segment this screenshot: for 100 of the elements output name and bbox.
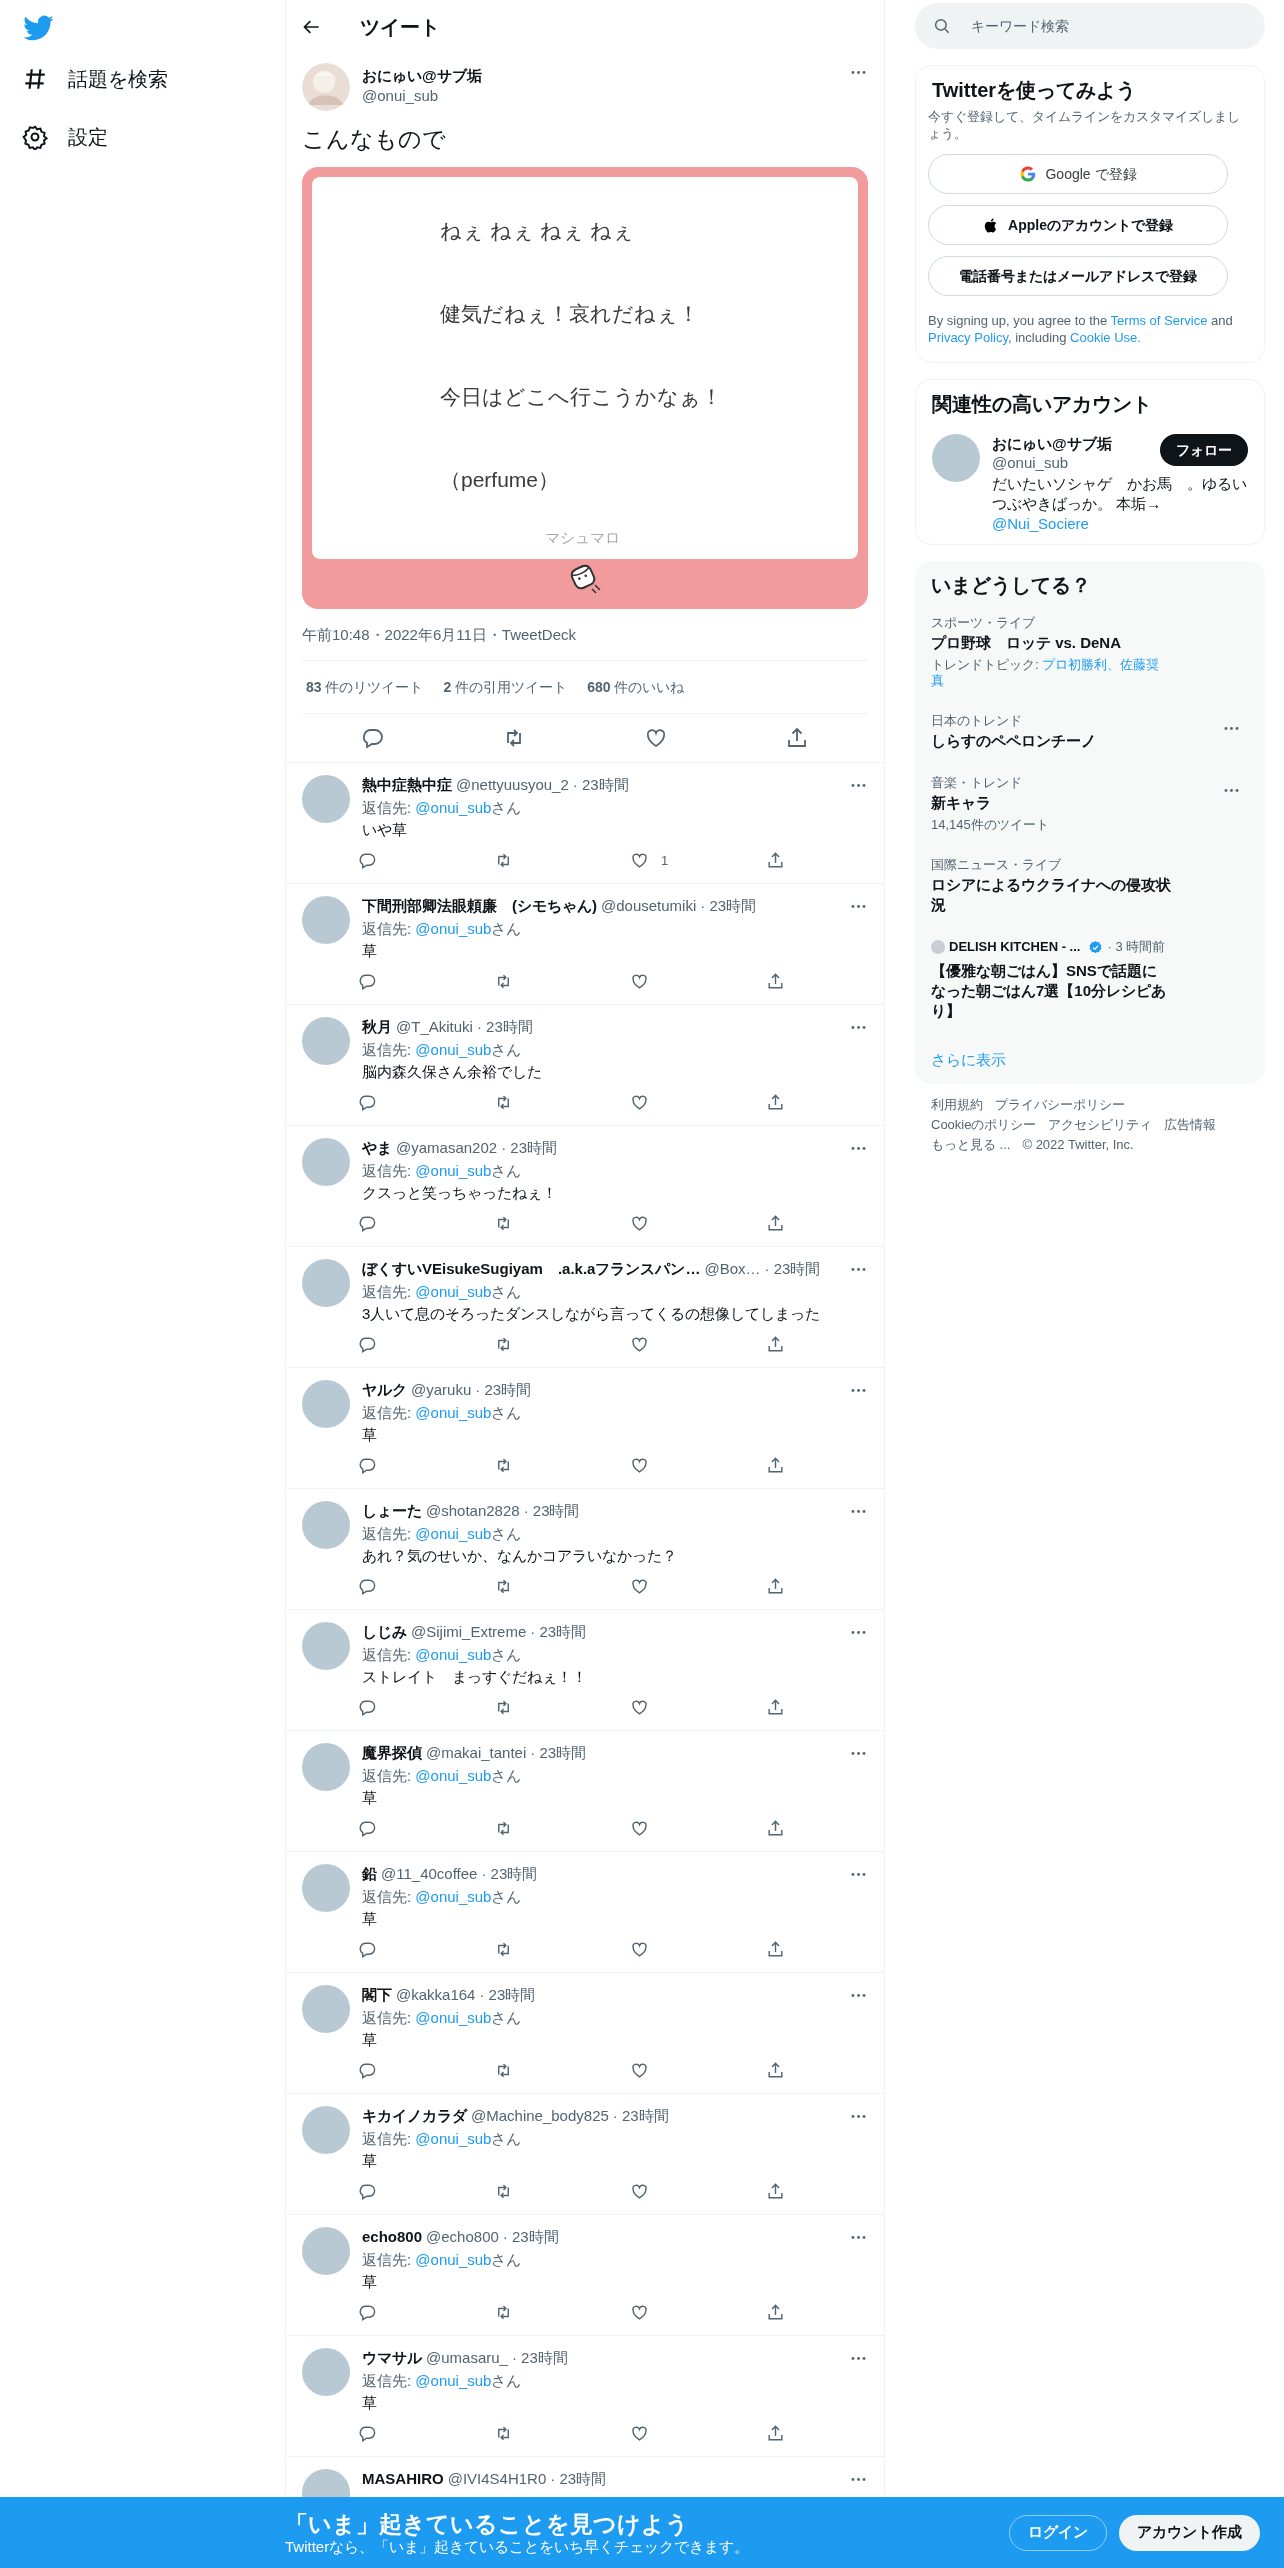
news-item[interactable]: DELISH KITCHEN - ... · 3 時間前 【優雅な朝ごはん】SNSで話題になった朝ごはん7選【10分レシピあり】 xyxy=(915,927,1265,1033)
user-handle[interactable]: @Sijimi_Extreme xyxy=(411,1620,527,1644)
timestamp[interactable]: · 23時間 xyxy=(475,1378,532,1402)
like-icon[interactable] xyxy=(630,1456,649,1475)
like-icon[interactable] xyxy=(630,2303,649,2322)
user-name[interactable]: 下間刑部卿法眼頼廉 (シモちゃん) xyxy=(362,894,597,918)
stat-link[interactable]: 680 件のいいね xyxy=(587,676,685,698)
share-icon[interactable] xyxy=(766,1577,785,1596)
user-name[interactable]: 閣下 xyxy=(362,1983,392,2007)
timestamp[interactable]: · 23時間 xyxy=(481,1862,538,1886)
user-handle[interactable]: @shotan2828 xyxy=(426,1499,520,1523)
nav-item[interactable]: 設定 xyxy=(22,108,124,166)
share-icon[interactable] xyxy=(766,1819,785,1838)
timestamp[interactable]: · 23時間 xyxy=(572,773,629,797)
like-icon[interactable] xyxy=(630,1335,649,1354)
share-icon[interactable] xyxy=(766,2424,785,2443)
timestamp[interactable]: · 23時間 xyxy=(502,2225,559,2249)
user-handle[interactable]: @makai_tantei xyxy=(426,1741,527,1765)
share-icon[interactable] xyxy=(766,1698,785,1717)
user-name[interactable]: しじみ xyxy=(362,1620,407,1644)
trend-item[interactable]: 音楽・トレンド 新キャラ 14,145件のツイート xyxy=(915,763,1265,845)
user-handle[interactable]: @umasaru_ xyxy=(426,2346,508,2370)
user-handle[interactable]: @onui_sub xyxy=(992,453,1069,472)
share-icon[interactable] xyxy=(766,1456,785,1475)
user-name[interactable]: ヤルク xyxy=(362,1378,407,1402)
like-icon[interactable] xyxy=(630,972,649,991)
reply-icon[interactable] xyxy=(358,2061,377,2080)
reply-icon[interactable] xyxy=(358,1577,377,1596)
user-name[interactable]: 熱中症熱中症 xyxy=(362,773,452,797)
footer-link[interactable]: 利用規約 xyxy=(931,1095,983,1114)
user-handle[interactable]: @Machine_body825 xyxy=(471,2104,609,2128)
like-icon[interactable] xyxy=(630,1819,649,1838)
timestamp[interactable]: · 23時間 xyxy=(612,2104,669,2128)
footer-link[interactable]: アクセシビリティ xyxy=(1048,1115,1153,1134)
user-handle[interactable]: @nettyuusyou_2 xyxy=(456,773,569,797)
trend-item[interactable]: スポーツ・ライブ プロ野球 ロッテ vs. DeNA トレンドトピック: プロ初勝利、佐藤奨真 xyxy=(915,603,1265,701)
reply-icon[interactable] xyxy=(358,1214,377,1233)
share-icon[interactable] xyxy=(766,1335,785,1354)
footer-link[interactable]: もっと見る ... xyxy=(931,1135,1011,1154)
like-icon[interactable] xyxy=(630,1577,649,1596)
share-icon[interactable] xyxy=(766,1214,785,1233)
like-icon[interactable] xyxy=(630,2424,649,2443)
user-name[interactable]: ウマサル xyxy=(362,2346,422,2370)
user-name[interactable]: 鉛 xyxy=(362,1862,377,1886)
reply-icon[interactable] xyxy=(358,1940,377,1959)
question-card[interactable]: ねぇ ねぇ ねぇ ねぇ 健気だねぇ！哀れだねぇ！ 今日はどこへ行こうかなぁ！ （perfume） マシュマロ xyxy=(302,167,868,609)
timestamp[interactable]: · 23時間 xyxy=(550,2467,607,2491)
share-icon[interactable] xyxy=(766,1093,785,1112)
footer-link[interactable]: Cookieのポリシー xyxy=(931,1115,1037,1134)
user-handle[interactable]: @echo800 xyxy=(426,2225,499,2249)
reply-icon[interactable] xyxy=(358,2303,377,2322)
user-handle[interactable]: @dousetumiki xyxy=(601,894,697,918)
user-handle[interactable]: @kakka164 xyxy=(396,1983,476,2007)
user-name[interactable]: MASAHIRO xyxy=(362,2467,444,2491)
share-icon[interactable] xyxy=(766,2303,785,2322)
stat-link[interactable]: 83 件のリツイート xyxy=(306,676,424,698)
user-name[interactable]: echo800 xyxy=(362,2225,423,2249)
reply-icon[interactable] xyxy=(358,851,377,871)
share-icon[interactable] xyxy=(766,2061,785,2080)
like-icon[interactable] xyxy=(630,851,649,871)
user-handle[interactable]: @IVI4S4H1R0 xyxy=(447,2467,547,2491)
timestamp[interactable]: · 23時間 xyxy=(764,1257,821,1281)
user-name[interactable]: おにゅい@サブ垢 xyxy=(992,434,1112,453)
reply-icon[interactable] xyxy=(358,972,377,991)
reply-icon[interactable] xyxy=(358,1335,377,1354)
footer-link[interactable]: プライバシーポリシー xyxy=(995,1095,1125,1114)
user-handle[interactable]: @11_40coffee xyxy=(381,1862,478,1886)
reply-icon[interactable] xyxy=(358,1093,377,1112)
timestamp[interactable]: · 23時間 xyxy=(523,1499,580,1523)
like-icon[interactable] xyxy=(630,2182,649,2201)
reply-icon[interactable] xyxy=(358,2182,377,2201)
like-icon[interactable] xyxy=(630,1940,649,1959)
user-handle[interactable]: @yamasan202 xyxy=(396,1136,498,1160)
share-icon[interactable] xyxy=(766,1940,785,1959)
reply-icon[interactable] xyxy=(358,1819,377,1838)
like-icon[interactable] xyxy=(630,1093,649,1112)
timestamp[interactable]: · 23時間 xyxy=(530,1741,587,1765)
trend-item[interactable]: 国際ニュース・ライブ ロシアによるウクライナへの侵攻状況 xyxy=(915,845,1265,927)
reply-icon[interactable] xyxy=(358,1456,377,1475)
user-name[interactable]: キカイノカラダ xyxy=(362,2104,467,2128)
user-name[interactable]: しょーた xyxy=(362,1499,422,1523)
footer-link[interactable]: 広告情報 xyxy=(1164,1115,1217,1134)
follow-button[interactable]: フォロー xyxy=(1160,434,1248,466)
like-icon[interactable] xyxy=(630,1698,649,1717)
timestamp[interactable]: · 23時間 xyxy=(479,1983,536,2007)
reply-icon[interactable] xyxy=(360,726,385,750)
timestamp[interactable]: · 23時間 xyxy=(700,894,757,918)
timestamp[interactable]: · 23時間 xyxy=(501,1136,557,1160)
share-icon[interactable] xyxy=(766,972,785,991)
signup-button[interactable]: 電話番号またはメールアドレスで登録 xyxy=(928,256,1228,296)
timestamp[interactable]: · 23時間 xyxy=(530,1620,587,1644)
share-icon[interactable] xyxy=(766,2182,785,2201)
timestamp[interactable]: · 23時間 xyxy=(476,1015,533,1039)
reply-icon[interactable] xyxy=(358,2424,377,2443)
user-name[interactable]: やま xyxy=(362,1136,392,1160)
reply-icon[interactable] xyxy=(358,1698,377,1717)
create-account-button[interactable]: アカウント作成 xyxy=(1119,2514,1260,2551)
author-name[interactable]: おにゅい@サブ垢 xyxy=(362,66,482,86)
stat-link[interactable]: 2 件の引用ツイート xyxy=(443,676,568,698)
footer-link[interactable]: © 2022 Twitter, Inc. xyxy=(1022,1135,1134,1154)
